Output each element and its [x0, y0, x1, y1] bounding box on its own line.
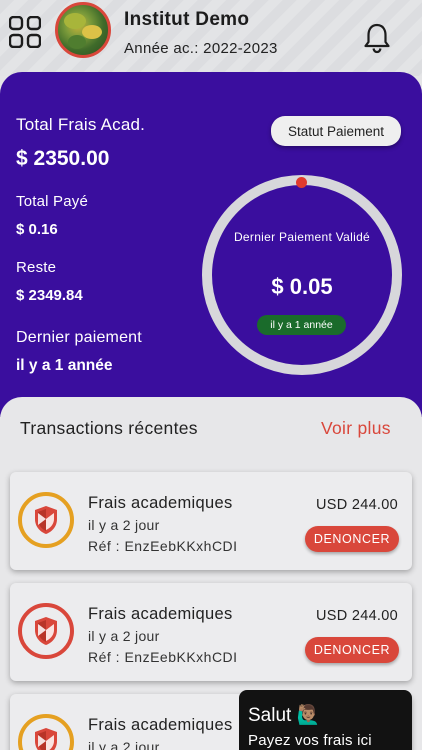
total-fees-label: Total Frais Acad. [16, 115, 146, 134]
remaining-value: $ 2349.84 [16, 287, 83, 304]
transaction-amount: USD 244.00 [316, 497, 398, 513]
last-payment-time-badge: il y a 1 année [257, 315, 346, 335]
chat-widget[interactable]: Salut 🙋🏽‍♂️ Payez vos frais ici [239, 690, 412, 750]
transaction-amount: USD 244.00 [316, 608, 398, 624]
last-validated-payment-title: Dernier Paiement Validé [233, 230, 371, 244]
transaction-name: Frais academiques [88, 605, 233, 623]
see-more-link[interactable]: Voir plus [321, 418, 391, 439]
institution-name: Institut Demo [124, 9, 250, 30]
total-paid-value: $ 0.16 [16, 221, 58, 238]
transaction-reference: Réf : EnzEebKKxhCDI [88, 649, 238, 665]
transaction-time: il y a 2 jour [88, 628, 160, 644]
chat-message: Payez vos frais ici [248, 732, 372, 749]
app-header: Institut Demo Année ac.: 2022-2023 [0, 0, 422, 76]
academic-year: Année ac.: 2022-2023 [124, 40, 278, 57]
transaction-time: il y a 2 jour [88, 739, 160, 750]
transaction-card[interactable]: Frais academiques il y a 2 jour Réf : En… [10, 472, 412, 570]
transactions-title: Transactions récentes [20, 418, 198, 438]
report-button[interactable]: DENONCER [305, 526, 399, 552]
total-paid-label: Total Payé [16, 193, 89, 210]
last-validated-payment-amount: $ 0.05 [271, 274, 333, 299]
bell-icon[interactable] [362, 22, 392, 54]
remaining-label: Reste [16, 259, 57, 276]
transaction-time: il y a 2 jour [88, 517, 160, 533]
report-button[interactable]: DENONCER [305, 637, 399, 663]
last-payment-value: il y a 1 année [16, 357, 113, 374]
progress-indicator-dot [296, 177, 307, 188]
chat-greeting: Salut 🙋🏽‍♂️ [248, 705, 321, 726]
grid-menu-icon[interactable] [9, 16, 41, 48]
shield-icon [18, 492, 74, 548]
institution-avatar[interactable] [55, 2, 111, 58]
shield-icon [18, 603, 74, 659]
shield-icon [18, 714, 74, 750]
payment-status-button[interactable]: Statut Paiement [271, 116, 401, 146]
transaction-name: Frais academiques [88, 716, 233, 734]
last-payment-label: Dernier paiement [16, 329, 142, 346]
transaction-card[interactable]: Frais academiques il y a 2 jour Réf : En… [10, 583, 412, 681]
transaction-reference: Réf : EnzEebKKxhCDI [88, 538, 238, 554]
transaction-name: Frais academiques [88, 494, 233, 512]
total-fees-value: $ 2350.00 [16, 147, 110, 170]
